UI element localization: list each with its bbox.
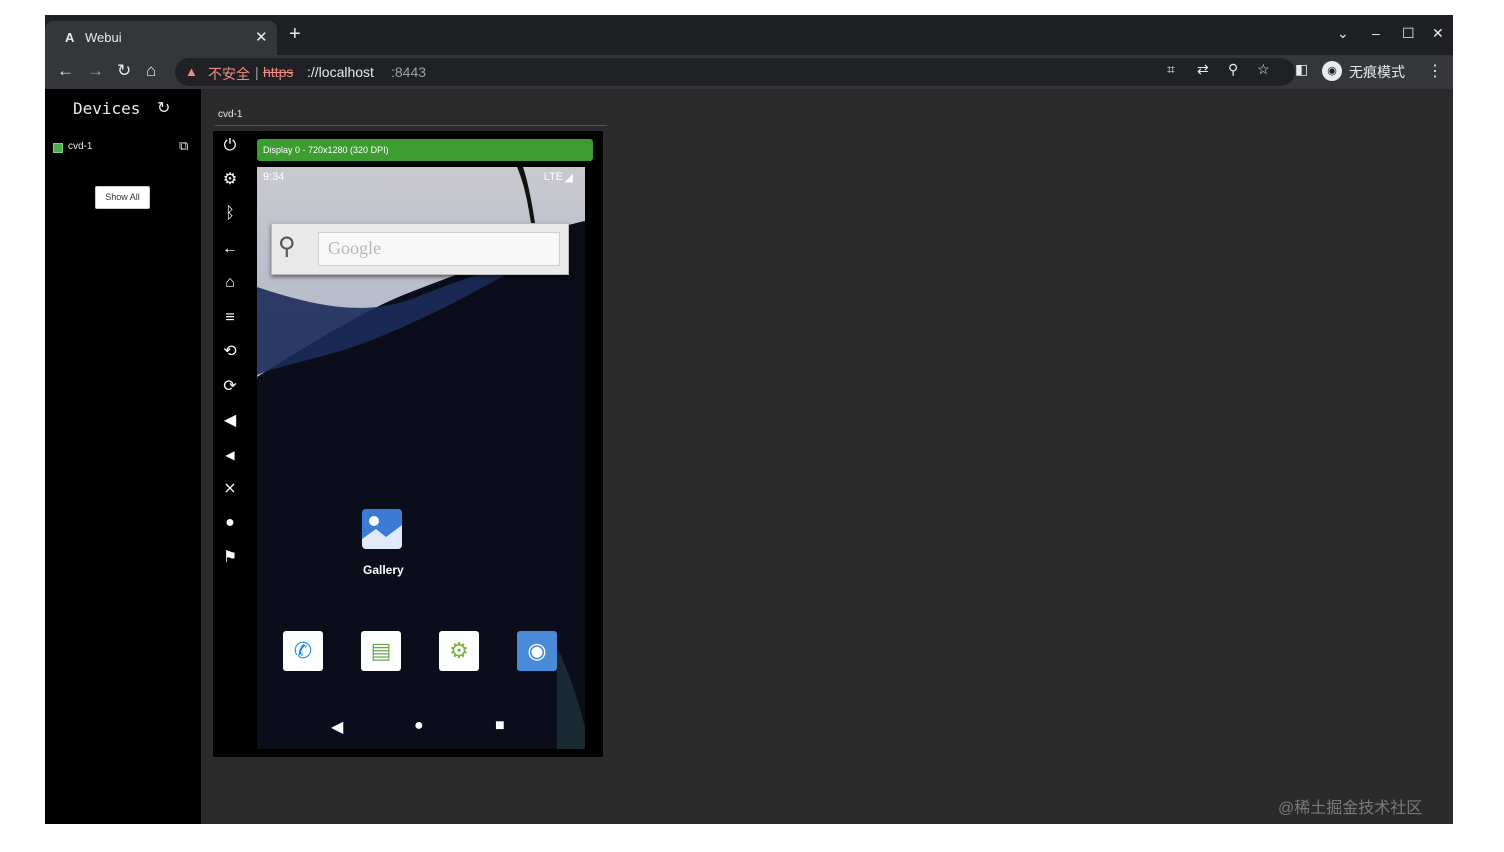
tab-search-chevron-icon[interactable]: ⌄ bbox=[1337, 25, 1349, 42]
status-time: 9:34 bbox=[263, 171, 285, 183]
bookmark-star-icon[interactable]: ☆ bbox=[1257, 61, 1270, 78]
bluetooth-icon[interactable]: ᛒ bbox=[219, 203, 241, 225]
tab-favicon-icon: A bbox=[65, 30, 75, 45]
gallery-app-icon[interactable] bbox=[362, 509, 402, 549]
browser-menu-icon[interactable]: ⋮ bbox=[1427, 61, 1443, 81]
back-icon[interactable]: ← bbox=[219, 238, 241, 260]
nav-back-icon[interactable]: ◀ bbox=[331, 717, 343, 737]
tab-webui[interactable]: A Webui ✕ bbox=[45, 21, 277, 55]
location-icon[interactable]: ⚑ bbox=[219, 547, 241, 569]
gallery-label: Gallery bbox=[363, 563, 404, 577]
camera-app-icon[interactable]: ◉ bbox=[517, 631, 557, 671]
tab-strip: A Webui ✕ + ⌄ – ☐ ✕ bbox=[45, 15, 1453, 55]
reload-icon[interactable]: ↻ bbox=[117, 61, 131, 81]
menu-icon[interactable]: ≡ bbox=[219, 307, 241, 329]
phone-app-icon[interactable]: ✆ bbox=[283, 631, 323, 671]
rotate-left-icon[interactable]: ⟲ bbox=[219, 341, 241, 363]
zoom-icon[interactable]: ⚲ bbox=[1228, 61, 1238, 78]
volume-down-icon[interactable]: ◀ bbox=[219, 444, 241, 466]
volume-up-icon[interactable]: ◀ bbox=[219, 410, 241, 432]
device-tab[interactable]: cvd-1 bbox=[218, 109, 242, 120]
device-checkbox[interactable] bbox=[53, 143, 63, 153]
device-frame: ⏻ ⚙ ᛒ ← ⌂ ≡ ⟲ ⟳ ◀ ◀ ⨯ ● ⚑ Display 0 - 72… bbox=[213, 131, 603, 757]
home-icon[interactable]: ⌂ bbox=[146, 61, 156, 81]
incognito-label[interactable]: 无痕模式 bbox=[1349, 62, 1405, 82]
address-bar[interactable]: ▲ 不安全 | https ://localhost :8443 bbox=[175, 58, 1295, 86]
url-host: ://localhost bbox=[307, 64, 374, 80]
device-screen[interactable]: 9:34 LTE ◢ ⚲ Google Gallery ✆ ▤ ⚙ ◉ ◀ ● … bbox=[257, 167, 585, 749]
signal-icon: ◢ bbox=[564, 172, 573, 184]
display-label: Display 0 - 720x1280 (320 DPI) bbox=[257, 139, 593, 161]
power-icon[interactable]: ⏻ bbox=[219, 135, 241, 157]
url-port: :8443 bbox=[391, 64, 427, 80]
open-device-icon[interactable]: ⧉ bbox=[179, 138, 188, 154]
image-icon bbox=[362, 509, 402, 549]
tab-close-icon[interactable]: ✕ bbox=[255, 28, 268, 46]
nav-recents-icon[interactable]: ■ bbox=[495, 717, 505, 735]
browser-toolbar: ← → ↻ ⌂ ▲ 不安全 | https ://localhost :8443… bbox=[45, 55, 1453, 89]
minimize-button[interactable]: – bbox=[1372, 25, 1380, 41]
watermark: @稀土掘金技术社区 bbox=[1278, 800, 1423, 817]
google-search-widget[interactable]: ⚲ Google bbox=[271, 223, 569, 275]
translate-icon[interactable]: ⇄ bbox=[1197, 61, 1209, 78]
status-network: LTE bbox=[543, 171, 563, 183]
qr-code-icon[interactable]: ⌗ bbox=[1167, 61, 1175, 78]
forward-arrow-icon[interactable]: → bbox=[87, 61, 104, 81]
refresh-icon[interactable]: ↻ bbox=[157, 98, 170, 118]
microphone-icon[interactable]: ● bbox=[219, 512, 241, 534]
close-window-button[interactable]: ✕ bbox=[1432, 25, 1444, 42]
tab-underline bbox=[215, 125, 607, 126]
search-icon: ⚲ bbox=[278, 233, 296, 260]
webui-page: Devices ↻ cvd-1 ⧉ Show All cvd-1 ⏻ ⚙ ᛒ ←… bbox=[45, 89, 1453, 824]
volume-mute-icon[interactable]: ⨯ bbox=[219, 478, 241, 500]
rotate-right-icon[interactable]: ⟳ bbox=[219, 376, 241, 398]
devices-title: Devices bbox=[73, 99, 141, 118]
back-arrow-icon[interactable]: ← bbox=[57, 61, 74, 81]
settings-icon[interactable]: ⚙ bbox=[219, 169, 241, 191]
insecure-label[interactable]: 不安全 bbox=[208, 64, 250, 84]
home-icon[interactable]: ⌂ bbox=[219, 272, 241, 294]
search-placeholder: Google bbox=[328, 238, 381, 258]
device-name[interactable]: cvd-1 bbox=[68, 141, 92, 152]
separator: | bbox=[255, 64, 259, 80]
show-all-button[interactable]: Show All bbox=[95, 186, 150, 209]
android-app-icon[interactable]: ⚙ bbox=[439, 631, 479, 671]
tab-title: Webui bbox=[85, 30, 122, 45]
side-panel-icon[interactable]: ◧ bbox=[1295, 61, 1308, 78]
nav-home-icon[interactable]: ● bbox=[414, 717, 424, 735]
new-tab-button[interactable]: + bbox=[289, 24, 301, 44]
url-scheme: https bbox=[263, 64, 294, 80]
maximize-button[interactable]: ☐ bbox=[1402, 25, 1415, 42]
incognito-icon[interactable]: ◉ bbox=[1322, 61, 1342, 81]
devices-sidebar: Devices ↻ cvd-1 ⧉ Show All bbox=[45, 89, 201, 824]
warning-icon[interactable]: ▲ bbox=[185, 64, 198, 79]
messaging-app-icon[interactable]: ▤ bbox=[361, 631, 401, 671]
browser-window: A Webui ✕ + ⌄ – ☐ ✕ ← → ↻ ⌂ ▲ 不安全 | http… bbox=[45, 15, 1453, 824]
